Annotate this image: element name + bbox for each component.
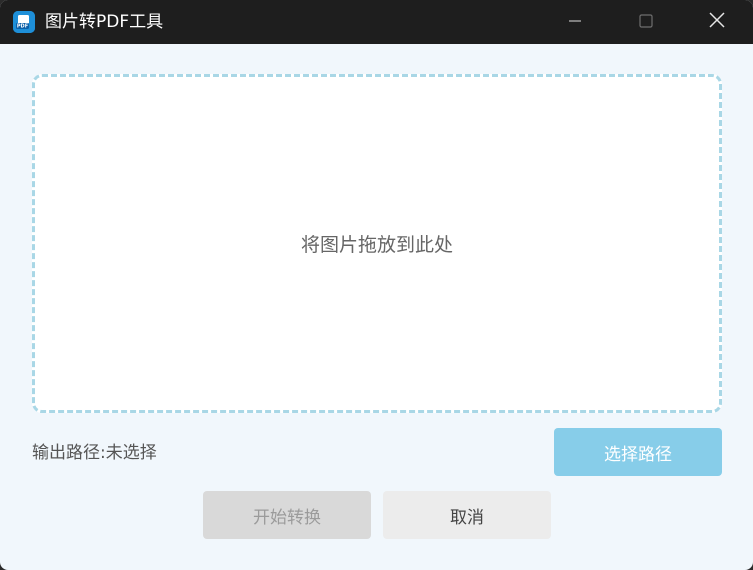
drop-hint-text: 将图片拖放到此处 (300, 234, 453, 256)
maximize-icon (639, 13, 653, 32)
title-bar[interactable]: PDF 图片转PDF工具 (0, 0, 753, 44)
choose-path-button[interactable]: 选择路径 (554, 428, 722, 476)
close-button[interactable] (694, 0, 740, 44)
minimize-button[interactable] (552, 0, 598, 44)
pdf-app-icon: PDF (13, 11, 35, 33)
cancel-button[interactable]: 取消 (383, 491, 551, 539)
close-icon (709, 12, 725, 32)
output-path-label: 输出路径:未选择 (32, 443, 157, 463)
minimize-icon (568, 13, 582, 32)
maximize-button[interactable] (623, 0, 669, 44)
image-drop-zone[interactable]: 将图片拖放到此处 (32, 74, 722, 413)
start-convert-button[interactable]: 开始转换 (203, 491, 371, 539)
window-title: 图片转PDF工具 (45, 12, 164, 32)
svg-text:PDF: PDF (17, 24, 28, 30)
app-window: PDF 图片转PDF工具 将图片拖放到此处 输出路径:未选择 选择路径 开始转换… (0, 0, 753, 570)
